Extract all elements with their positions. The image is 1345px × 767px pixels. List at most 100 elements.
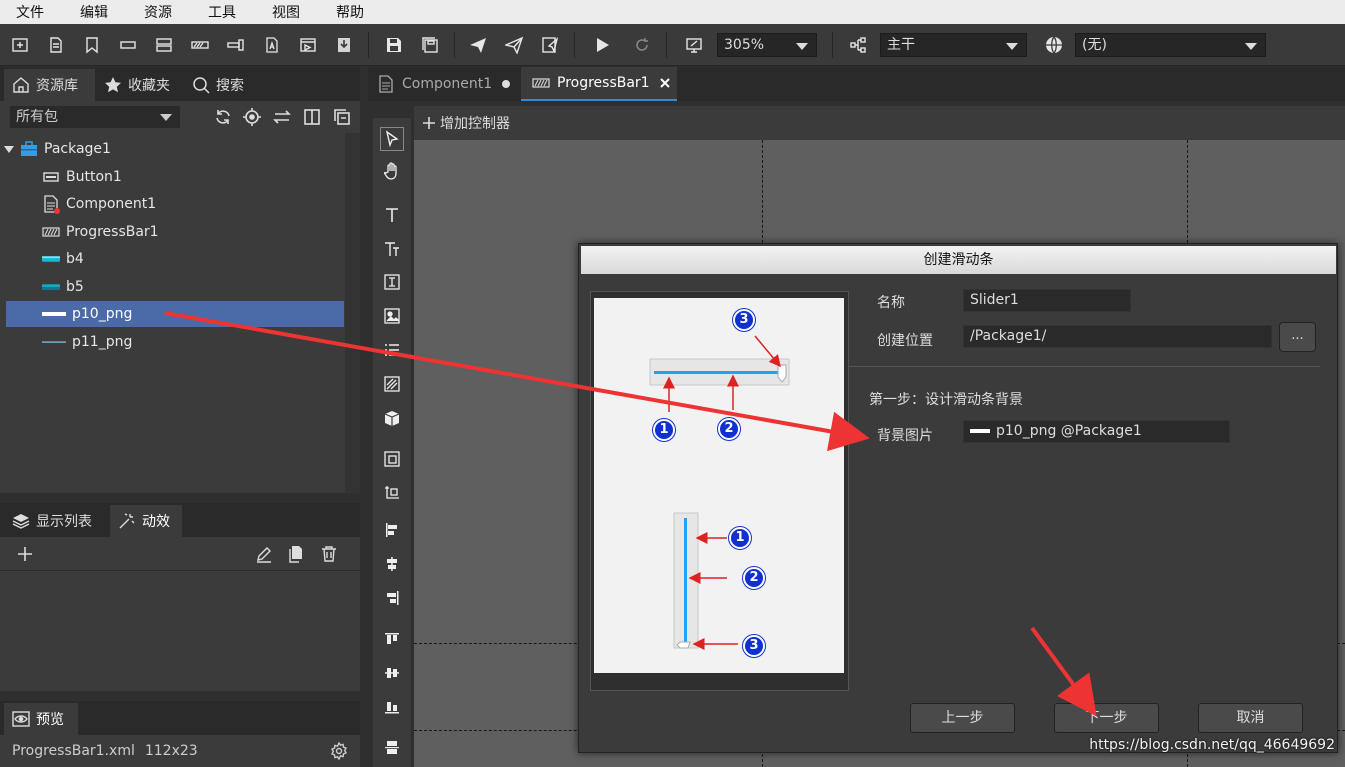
add-icon[interactable] <box>16 545 34 563</box>
name-field[interactable]: Slider1 <box>963 289 1131 312</box>
chevron-down-icon <box>796 43 808 50</box>
tab-animation[interactable]: 动效 <box>110 505 182 537</box>
close-icon[interactable] <box>659 77 671 89</box>
group-tool-icon[interactable] <box>382 449 402 469</box>
tree-item-component1[interactable]: Component1 <box>42 191 342 217</box>
tab-preview[interactable]: 预览 <box>4 703 78 735</box>
watermark: https://blog.csdn.net/qq_46649692 <box>1089 737 1335 753</box>
new-font-icon[interactable] <box>82 35 102 55</box>
input-text-tool-icon[interactable] <box>382 272 402 292</box>
tab-favorites[interactable]: 收藏夹 <box>96 69 184 101</box>
component-icon <box>379 75 393 93</box>
3d-tool-icon[interactable] <box>382 408 402 428</box>
tab-favorites-label: 收藏夹 <box>128 78 170 94</box>
locate-icon[interactable] <box>243 108 261 126</box>
add-controller-button[interactable]: 增加控制器 <box>414 106 1345 140</box>
next-step-button[interactable]: 下一步 <box>1054 703 1159 733</box>
tree-item-button1[interactable]: Button1 <box>42 164 342 190</box>
step-heading: 第一步：设计滑动条背景 <box>869 392 1023 408</box>
package-filter-select[interactable]: 所有包 <box>10 106 180 128</box>
tree-item-b5[interactable]: b5 <box>42 274 342 300</box>
align-middle-icon[interactable] <box>382 663 402 683</box>
document-tabs: Component1 ProgressBar1 <box>368 67 1345 101</box>
tab-search[interactable]: 搜索 <box>184 69 254 101</box>
menu-view[interactable]: 视图 <box>272 2 300 22</box>
tree-item-package1[interactable]: Package1 <box>4 136 342 162</box>
new-package-icon[interactable] <box>10 35 30 55</box>
text-tool-icon[interactable] <box>382 205 402 225</box>
collapse-all-icon[interactable] <box>333 108 351 126</box>
play-icon[interactable] <box>592 35 612 55</box>
tree-item-progressbar1[interactable]: ProgressBar1 <box>42 219 342 245</box>
image-tool-icon[interactable] <box>382 306 402 326</box>
menu-tools[interactable]: 工具 <box>208 2 236 22</box>
cancel-button[interactable]: 取消 <box>1198 703 1303 733</box>
previous-step-button[interactable]: 上一步 <box>910 703 1015 733</box>
slider-diagram-icon <box>649 335 790 650</box>
richtext-tool-icon[interactable] <box>382 239 402 259</box>
background-image-field[interactable]: p10_png @Package1 <box>963 420 1230 443</box>
new-slider-icon[interactable] <box>226 35 246 55</box>
publish-all-icon[interactable] <box>504 35 524 55</box>
tree-scrollbar[interactable] <box>345 133 360 493</box>
new-label-icon[interactable] <box>262 35 282 55</box>
menu-file[interactable]: 文件 <box>16 2 44 22</box>
location-field[interactable]: /Package1/ <box>963 325 1272 348</box>
slider-illustration: 1 2 3 1 2 3 <box>594 298 844 673</box>
split-view-icon[interactable] <box>303 108 321 126</box>
align-center-h-icon[interactable] <box>382 554 402 574</box>
resolution-icon[interactable] <box>684 35 704 55</box>
duplicate-icon[interactable] <box>287 545 305 563</box>
publish-settings-icon[interactable] <box>540 35 560 55</box>
import-resource-icon[interactable] <box>334 35 354 55</box>
branch-icon <box>848 35 868 55</box>
tab-display-list-label: 显示列表 <box>36 514 92 530</box>
align-bottom-icon[interactable] <box>382 697 402 717</box>
menu-edit[interactable]: 编辑 <box>80 2 108 22</box>
edit-icon[interactable] <box>255 545 273 563</box>
save-icon[interactable] <box>384 35 404 55</box>
align-left-icon[interactable] <box>382 520 402 540</box>
refresh-icon[interactable] <box>632 35 652 55</box>
new-combobox-icon[interactable] <box>154 35 174 55</box>
new-progressbar-icon[interactable] <box>190 35 210 55</box>
tree-item-b4[interactable]: b4 <box>42 246 342 272</box>
tab-component1[interactable]: Component1 <box>368 67 520 101</box>
image-swatch-icon <box>970 429 990 433</box>
gear-icon[interactable] <box>330 742 348 760</box>
add-controller-label: 增加控制器 <box>440 116 510 132</box>
star-icon <box>105 77 121 93</box>
resource-tree: Package1 Button1 Component1 ProgressBar1… <box>0 133 345 493</box>
zoom-select[interactable]: 305% <box>717 33 817 57</box>
new-button-icon[interactable] <box>118 35 138 55</box>
language-select[interactable]: (无) <box>1075 33 1266 57</box>
delete-icon[interactable] <box>320 545 338 563</box>
branch-select[interactable]: 主干 <box>880 33 1027 57</box>
new-component-icon[interactable] <box>46 35 66 55</box>
select-tool-icon[interactable] <box>380 127 404 151</box>
tree-item-p10-png[interactable]: p10_png <box>6 301 344 327</box>
hand-tool-icon[interactable] <box>382 161 402 181</box>
distribute-icon[interactable] <box>382 738 402 758</box>
list-tool-icon[interactable] <box>382 340 402 360</box>
marker-2-top: 2 <box>718 418 740 440</box>
tab-progressbar1[interactable]: ProgressBar1 <box>521 67 677 101</box>
anchor-tool-icon[interactable] <box>382 483 402 503</box>
tab-library[interactable]: 资源库 <box>4 69 95 101</box>
menu-help[interactable]: 帮助 <box>336 2 364 22</box>
align-right-icon[interactable] <box>382 588 402 608</box>
align-top-icon[interactable] <box>382 629 402 649</box>
progressbar-tool-icon[interactable] <box>382 374 402 394</box>
menu-resource[interactable]: 资源 <box>144 2 172 22</box>
tab-display-list[interactable]: 显示列表 <box>4 505 110 537</box>
swap-icon[interactable] <box>273 108 291 126</box>
new-movieclip-icon[interactable] <box>298 35 318 55</box>
tree-item-label: Button1 <box>66 169 122 185</box>
browse-button[interactable]: ... <box>1279 322 1316 352</box>
save-all-icon[interactable] <box>420 35 440 55</box>
progressbar-icon <box>532 78 550 88</box>
tree-item-p11-png[interactable]: p11_png <box>42 329 342 355</box>
refresh-icon[interactable] <box>214 108 232 126</box>
publish-icon[interactable] <box>468 35 488 55</box>
chevron-down-icon <box>1006 43 1018 50</box>
